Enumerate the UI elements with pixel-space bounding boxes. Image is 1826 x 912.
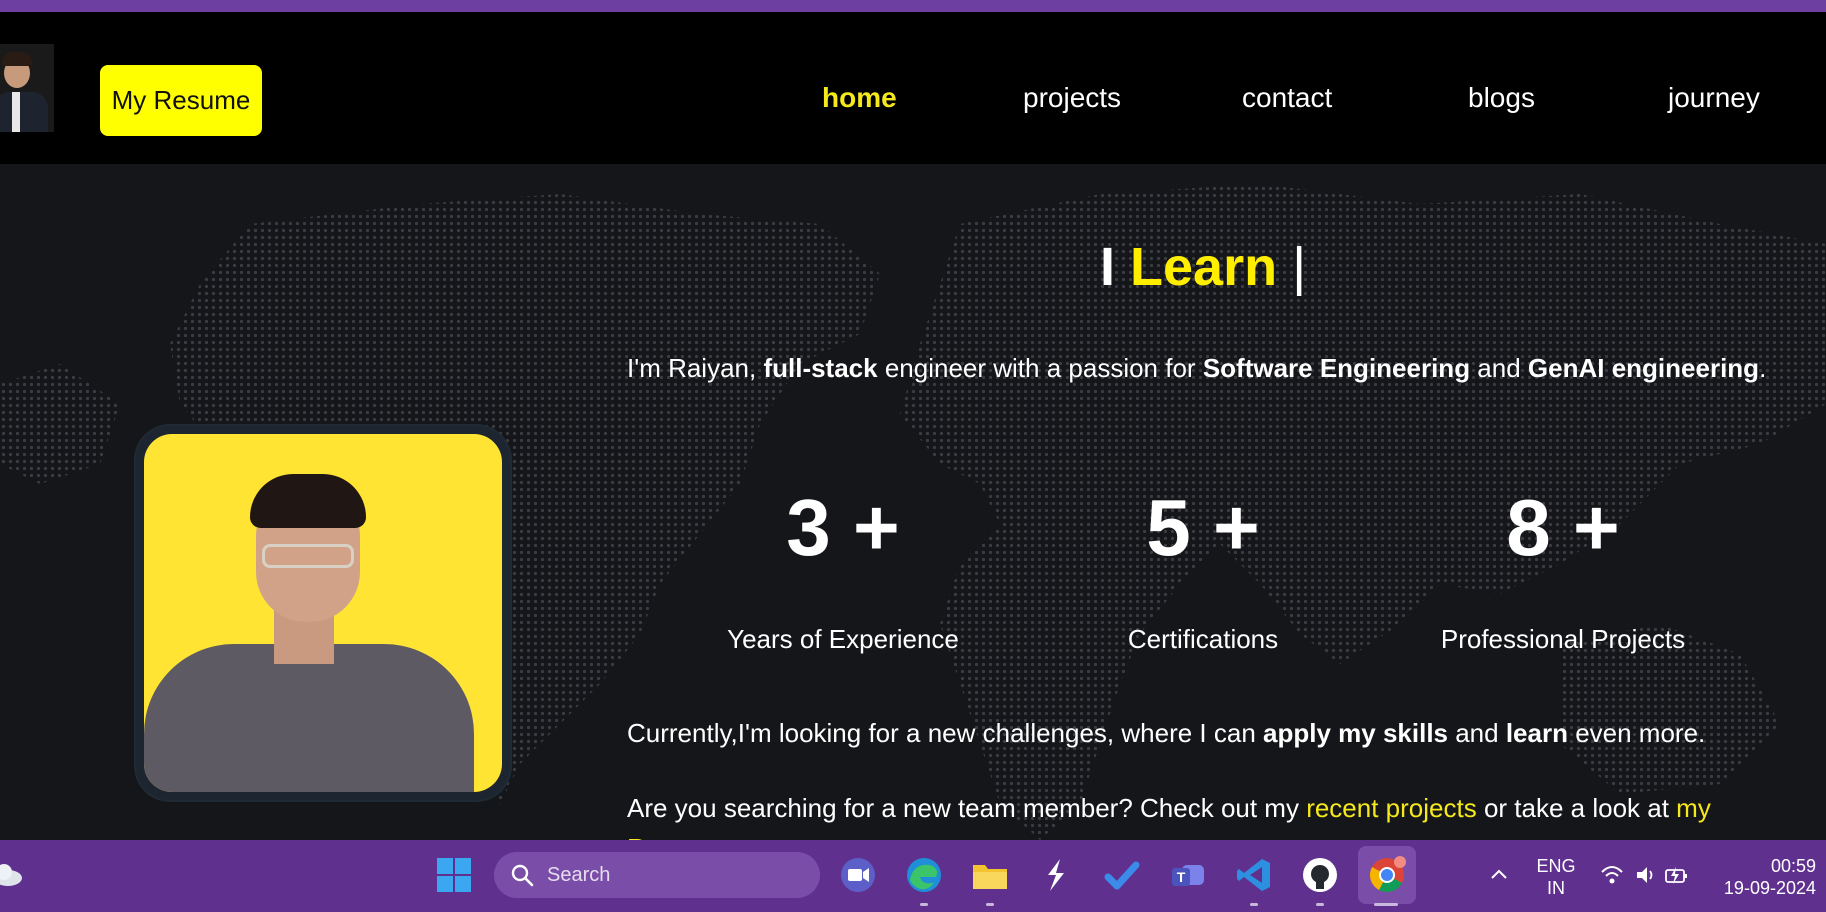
photo-body bbox=[144, 644, 474, 792]
nav-link-projects[interactable]: projects bbox=[1023, 82, 1121, 114]
teams-icon[interactable]: T bbox=[1168, 855, 1208, 895]
currently-bold-apply-skills: apply my skills bbox=[1263, 718, 1448, 748]
stat-certifications-value: 5 + bbox=[1146, 483, 1260, 572]
cta-text-part: or take a look at bbox=[1476, 793, 1677, 823]
intro-bold-genai: GenAI engineering bbox=[1527, 353, 1760, 383]
currently-text: Currently,I'm looking for a new challeng… bbox=[627, 718, 1705, 749]
nav-link-blogs[interactable]: blogs bbox=[1468, 82, 1535, 114]
clock[interactable]: 00:59 19-09-2024 bbox=[1716, 855, 1816, 899]
currently-text-part: even more. bbox=[1567, 718, 1706, 748]
my-resume-button[interactable]: My Resume bbox=[100, 65, 262, 136]
chevron-up-icon[interactable] bbox=[1489, 866, 1509, 882]
github-icon[interactable] bbox=[1300, 855, 1340, 895]
intro-text: I'm Raiyan, full-stack engineer with a p… bbox=[627, 348, 1777, 389]
typed-prefix: I bbox=[1100, 237, 1116, 297]
vscode-icon[interactable] bbox=[1234, 855, 1274, 895]
language-line2: IN bbox=[1547, 878, 1565, 898]
nav-link-home[interactable]: home bbox=[822, 82, 897, 114]
intro-bold-software-engineering: Software Engineering bbox=[1202, 353, 1471, 383]
photo-hair bbox=[250, 474, 366, 528]
taskbar: Search T ENG IN 00:59 19-09-2024 bbox=[0, 840, 1826, 912]
nav-link-contact[interactable]: contact bbox=[1242, 82, 1332, 114]
intro-text-part: I'm Raiyan, bbox=[627, 353, 764, 383]
intro-text-part: engineer with a passion for bbox=[877, 353, 1203, 383]
nav-avatar[interactable] bbox=[0, 44, 54, 132]
stat-experience-value: 3 + bbox=[786, 483, 900, 572]
chrome-running-indicator bbox=[1374, 903, 1398, 906]
clock-time: 00:59 bbox=[1770, 856, 1816, 876]
currently-bold-learn: learn bbox=[1505, 718, 1568, 748]
volume-icon[interactable] bbox=[1634, 864, 1656, 886]
profile-photo bbox=[144, 434, 502, 792]
wifi-icon[interactable] bbox=[1600, 864, 1624, 886]
nav-link-journey[interactable]: journey bbox=[1668, 82, 1760, 114]
meet-icon[interactable] bbox=[838, 855, 878, 895]
cta-text-part: Are you searching for a new team member?… bbox=[627, 793, 1307, 823]
intro-text-part: . bbox=[1759, 353, 1767, 383]
windows-start-icon[interactable] bbox=[434, 855, 474, 895]
vscode-running-indicator bbox=[1250, 903, 1258, 906]
edge-running-indicator bbox=[920, 903, 928, 906]
stat-projects-value: 8 + bbox=[1506, 483, 1620, 572]
search-placeholder: Search bbox=[547, 864, 611, 886]
svg-text:T: T bbox=[1177, 869, 1186, 885]
avatar-shirt bbox=[12, 92, 20, 132]
stat-certifications-label: Certifications bbox=[1127, 624, 1279, 654]
navbar: My Resume home projects contact blogs jo… bbox=[0, 12, 1826, 164]
todo-icon[interactable] bbox=[1102, 855, 1142, 895]
avatar-suit bbox=[0, 92, 48, 132]
battery-icon[interactable] bbox=[1664, 864, 1690, 886]
search-icon bbox=[511, 864, 534, 887]
recent-projects-link[interactable]: recent projects bbox=[1306, 793, 1477, 823]
avatar-hair bbox=[2, 52, 32, 66]
intro-text-part: and bbox=[1470, 353, 1528, 383]
currently-text-part: Currently,I'm looking for a new challeng… bbox=[627, 718, 1264, 748]
edge-icon[interactable] bbox=[904, 855, 944, 895]
language-indicator[interactable]: ENG IN bbox=[1530, 855, 1582, 899]
top-accent-strip bbox=[0, 0, 1826, 12]
profile-photo-frame bbox=[136, 426, 510, 800]
stat-projects-label: Professional Projects bbox=[1440, 624, 1686, 654]
github-running-indicator bbox=[1316, 903, 1324, 906]
typed-word: Learn bbox=[1130, 237, 1278, 297]
photo-glasses bbox=[262, 544, 354, 568]
intro-bold-full-stack: full-stack bbox=[763, 353, 878, 383]
currently-text-part: and bbox=[1448, 718, 1506, 748]
typed-cursor: | bbox=[1292, 237, 1307, 297]
typed-headline: I Learn | bbox=[1100, 236, 1306, 298]
stat-experience-label: Years of Experience bbox=[727, 624, 959, 654]
weather-icon[interactable] bbox=[0, 856, 26, 892]
clock-date: 19-09-2024 bbox=[1723, 878, 1816, 898]
pycharm-icon[interactable] bbox=[1036, 855, 1076, 895]
taskbar-search[interactable]: Search bbox=[494, 852, 820, 898]
chrome-icon[interactable] bbox=[1367, 855, 1407, 895]
explorer-running-indicator bbox=[986, 903, 994, 906]
file-explorer-icon[interactable] bbox=[970, 855, 1010, 895]
language-line1: ENG bbox=[1536, 856, 1576, 876]
